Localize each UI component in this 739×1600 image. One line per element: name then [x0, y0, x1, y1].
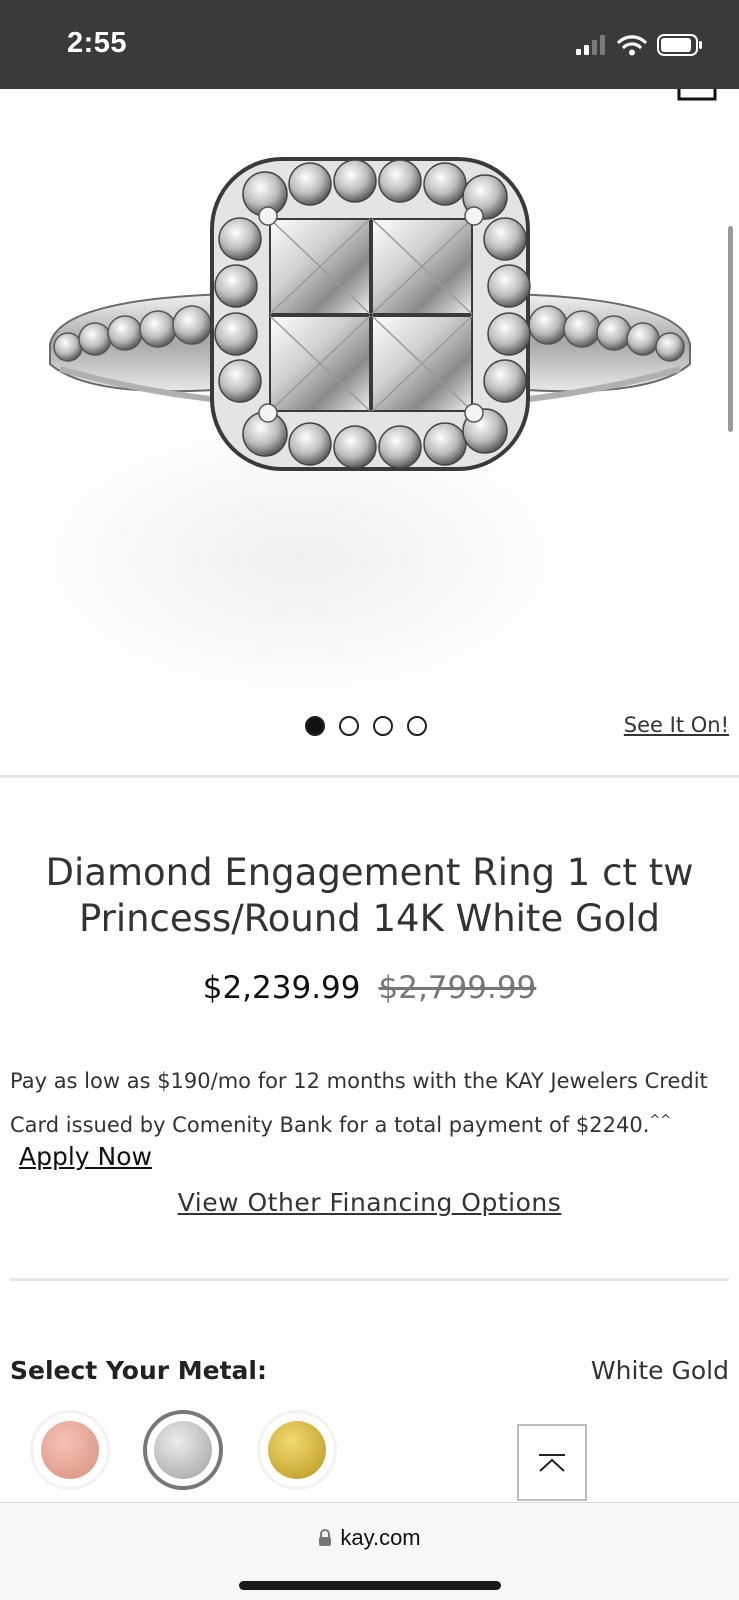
yellow-gold-swatch: [268, 1421, 326, 1479]
carousel-dot-4[interactable]: [407, 716, 427, 736]
url-wrap: kay.com: [0, 1525, 739, 1551]
carousel-dot-3[interactable]: [373, 716, 393, 736]
metal-swatch-white-gold[interactable]: [143, 1410, 223, 1490]
status-bar: 2:55: [0, 0, 739, 89]
lock-icon: [319, 1529, 332, 1546]
product-title-line-2: Princess/Round 14K White Gold: [78, 897, 661, 940]
metal-swatch-yellow-gold[interactable]: [257, 1410, 337, 1490]
carousel-dot-2[interactable]: [339, 716, 359, 736]
wifi-icon: [617, 35, 647, 56]
status-time: 2:55: [67, 27, 128, 59]
price-row: $2,239.99 $2,799.99: [0, 970, 739, 1006]
scroll-indicator[interactable]: [728, 226, 733, 432]
apply-now-link[interactable]: Apply Now: [19, 1142, 152, 1171]
select-metal-label: Select Your Metal:: [10, 1356, 267, 1385]
original-price: $2,799.99: [378, 970, 537, 1006]
share-icon[interactable]: [677, 89, 717, 101]
product-title: Diamond Engagement Ring 1 ct tw Princess…: [0, 850, 739, 942]
carousel-dots: [305, 716, 427, 736]
battery-icon: [657, 34, 702, 56]
url-text: kay.com: [340, 1525, 421, 1550]
selected-metal-value: White Gold: [590, 1356, 729, 1385]
white-gold-swatch: [154, 1421, 212, 1479]
product-image-gallery[interactable]: [0, 89, 739, 713]
product-title-line-1: Diamond Engagement Ring 1 ct tw: [45, 851, 694, 894]
see-it-on-link[interactable]: See It On!: [624, 713, 729, 737]
footnote-mark: ^^: [649, 1113, 672, 1128]
rose-gold-swatch: [41, 1421, 99, 1479]
financing-description: Pay as low as $190/mo for 12 months with…: [10, 1069, 708, 1137]
divider-bottom: [10, 1278, 729, 1281]
carousel-dot-1[interactable]: [305, 716, 325, 736]
sale-price: $2,239.99: [202, 970, 361, 1006]
view-other-financing-link[interactable]: View Other Financing Options: [0, 1188, 739, 1217]
status-icons: [575, 34, 703, 56]
browser-address-bar[interactable]: kay.com: [0, 1502, 739, 1600]
divider-top: [0, 775, 739, 778]
metal-swatch-rose-gold[interactable]: [30, 1410, 110, 1490]
chevron-up-icon: [539, 1453, 565, 1472]
financing-text: Pay as low as $190/mo for 12 months with…: [10, 1061, 730, 1145]
home-indicator[interactable]: [239, 1581, 501, 1590]
diamond-ring-image: [49, 157, 691, 471]
signal-icon: [576, 35, 605, 55]
back-to-top-button[interactable]: [517, 1424, 587, 1501]
